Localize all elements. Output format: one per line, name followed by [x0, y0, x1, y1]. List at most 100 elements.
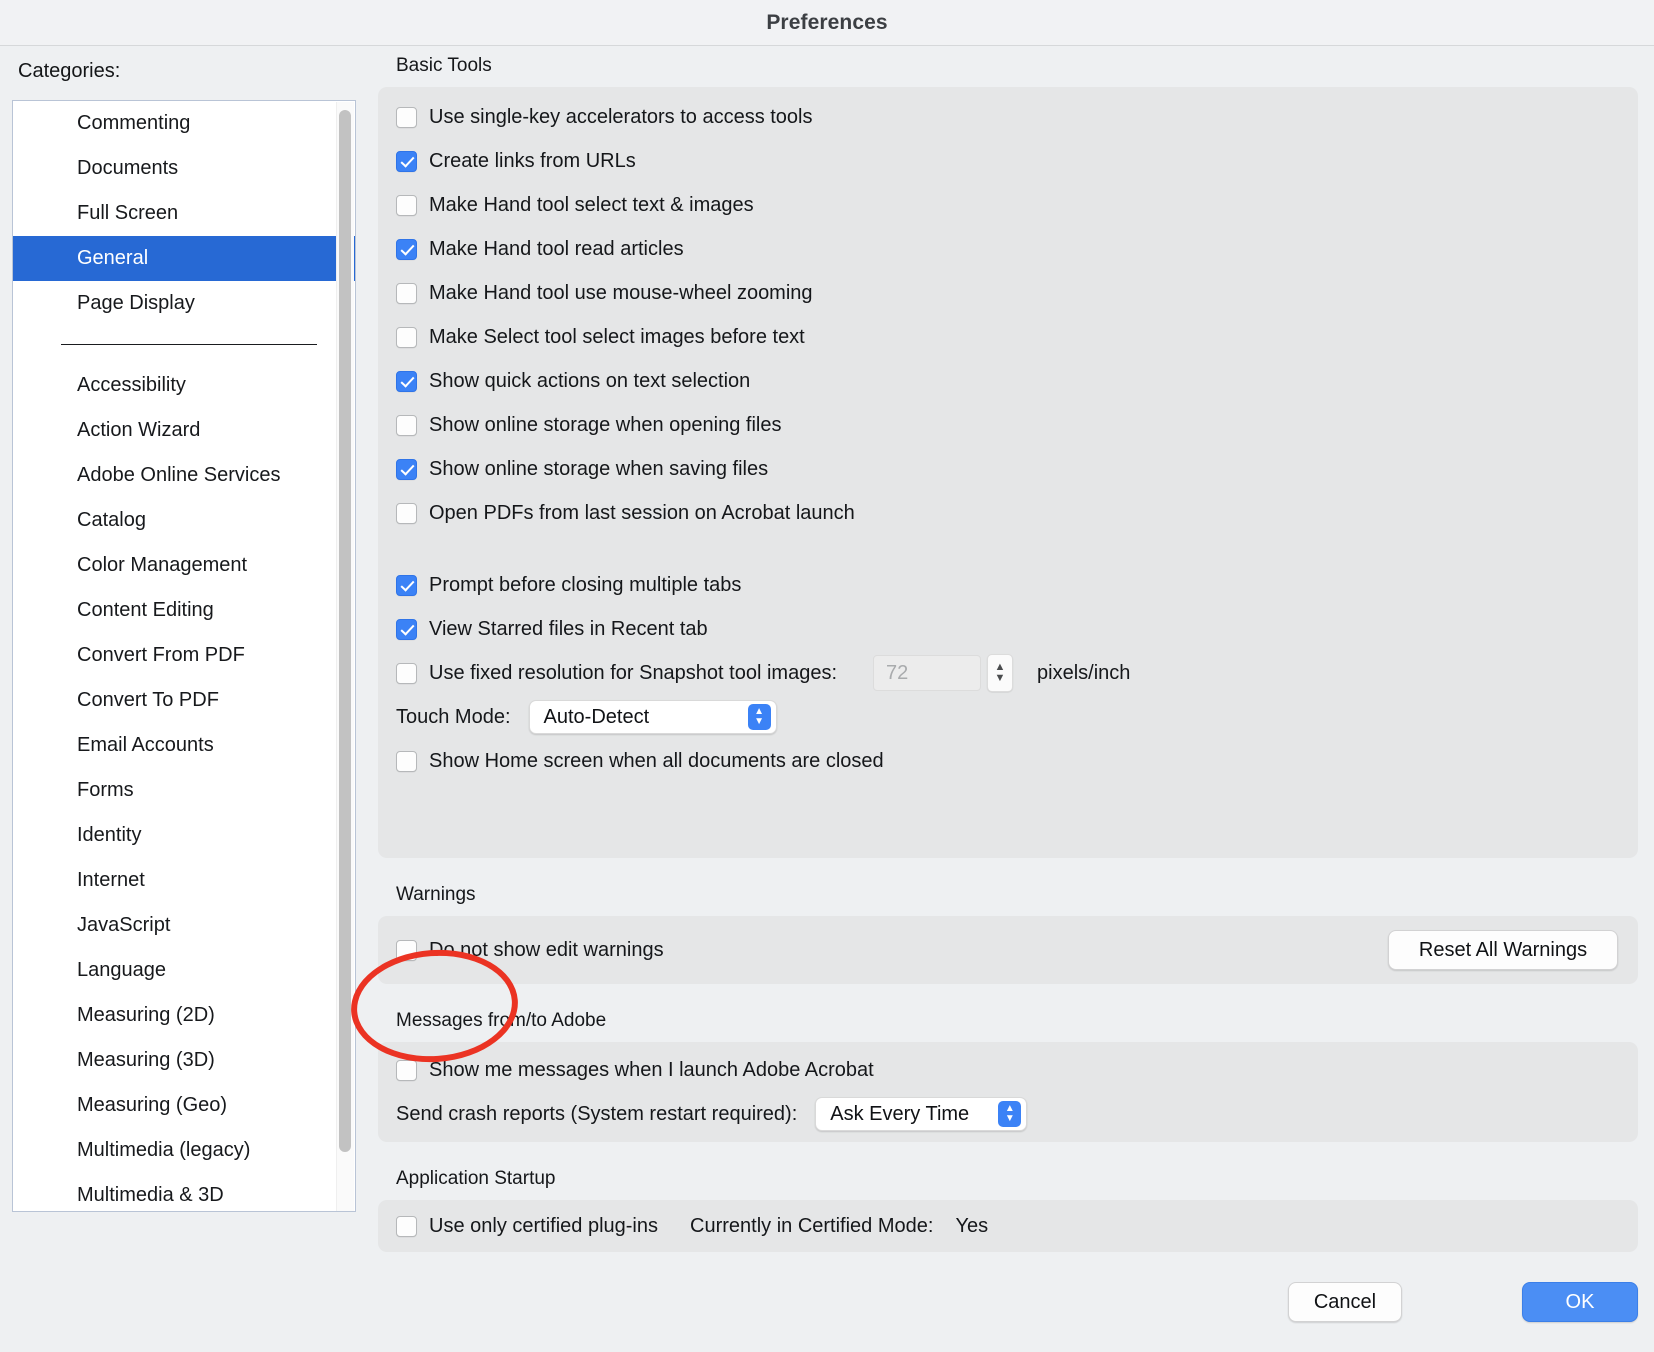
certified-plugins-row: Use only certified plug-ins Currently in…: [378, 1215, 988, 1238]
checkbox-row: Make Hand tool use mouse-wheel zooming: [378, 271, 1638, 315]
fixed-resolution-row: Use fixed resolution for Snapshot tool i…: [378, 651, 1638, 695]
application-startup-heading: Application Startup: [396, 1168, 1638, 1190]
sidebar-item[interactable]: General: [13, 236, 356, 281]
crash-reports-value: Ask Every Time: [830, 1103, 969, 1126]
resolution-unit-label: pixels/inch: [1037, 662, 1130, 685]
sidebar-scrollbar-thumb[interactable]: [339, 110, 351, 1152]
option-label: Make Select tool select images before te…: [429, 326, 805, 349]
sidebar-item[interactable]: Measuring (3D): [13, 1038, 356, 1083]
ok-button[interactable]: OK: [1522, 1282, 1638, 1322]
sidebar-item[interactable]: Page Display: [13, 281, 356, 326]
messages-group: Show me messages when I launch Adobe Acr…: [378, 1042, 1638, 1142]
show-messages-checkbox[interactable]: [396, 1060, 417, 1081]
checkbox-row: Open PDFs from last session on Acrobat l…: [378, 491, 1638, 535]
sidebar-item[interactable]: Color Management: [13, 543, 356, 588]
sidebar-item[interactable]: Measuring (2D): [13, 993, 356, 1038]
touch-mode-value: Auto-Detect: [544, 706, 650, 729]
sidebar-item[interactable]: Email Accounts: [13, 723, 356, 768]
option-label: Make Hand tool read articles: [429, 238, 684, 261]
show-messages-row: Show me messages when I launch Adobe Acr…: [378, 1048, 1638, 1092]
cancel-button[interactable]: Cancel: [1288, 1282, 1402, 1322]
sidebar-item[interactable]: Forms: [13, 768, 356, 813]
option-checkbox[interactable]: [396, 619, 417, 640]
sidebar-item[interactable]: Multimedia & 3D: [13, 1173, 356, 1212]
warnings-group: Do not show edit warnings Reset All Warn…: [378, 916, 1638, 984]
sidebar-item[interactable]: Identity: [13, 813, 356, 858]
edit-warnings-label: Do not show edit warnings: [429, 939, 664, 962]
categories-label: Categories:: [18, 60, 120, 83]
crash-reports-select[interactable]: Ask Every Time ▲▼: [815, 1097, 1027, 1131]
preferences-dialog: Preferences Categories: CommentingDocume…: [0, 0, 1654, 1352]
checkbox-row: Show online storage when saving files: [378, 447, 1638, 491]
option-checkbox[interactable]: [396, 371, 417, 392]
checkbox-row: Show online storage when opening files: [378, 403, 1638, 447]
sidebar-item[interactable]: Language: [13, 948, 356, 993]
application-startup-group: Use only certified plug-ins Currently in…: [378, 1200, 1638, 1252]
option-checkbox[interactable]: [396, 107, 417, 128]
basic-tools-group: Use single-key accelerators to access to…: [378, 87, 1638, 858]
sidebar-item[interactable]: Convert From PDF: [13, 633, 356, 678]
edit-warnings-checkbox[interactable]: [396, 940, 417, 961]
certified-plugins-checkbox[interactable]: [396, 1216, 417, 1237]
sidebar-item[interactable]: Content Editing: [13, 588, 356, 633]
checkbox-row: Create links from URLs: [378, 139, 1638, 183]
warnings-heading: Warnings: [396, 884, 1638, 906]
sidebar-item[interactable]: Full Screen: [13, 191, 356, 236]
categories-list[interactable]: CommentingDocumentsFull ScreenGeneralPag…: [12, 100, 356, 1212]
touch-mode-select[interactable]: Auto-Detect ▲▼: [529, 700, 777, 734]
resolution-stepper[interactable]: ▲ ▼: [987, 654, 1013, 692]
option-checkbox[interactable]: [396, 239, 417, 260]
home-screen-label: Show Home screen when all documents are …: [429, 750, 884, 773]
option-label: Show online storage when saving files: [429, 458, 768, 481]
checkbox-row: Make Hand tool select text & images: [378, 183, 1638, 227]
option-label: Make Hand tool select text & images: [429, 194, 754, 217]
touch-mode-label: Touch Mode:: [396, 706, 511, 729]
option-label: Show online storage when opening files: [429, 414, 781, 437]
home-screen-row: Show Home screen when all documents are …: [378, 739, 1638, 783]
sidebar-item[interactable]: Action Wizard: [13, 408, 356, 453]
option-checkbox[interactable]: [396, 459, 417, 480]
sidebar-item[interactable]: Documents: [13, 146, 356, 191]
sidebar-item[interactable]: Convert To PDF: [13, 678, 356, 723]
certified-mode-label: Currently in Certified Mode:: [690, 1215, 933, 1238]
option-label: Show quick actions on text selection: [429, 370, 750, 393]
option-checkbox[interactable]: [396, 575, 417, 596]
chevron-updown-icon[interactable]: ▲▼: [748, 704, 771, 730]
crash-reports-row: Send crash reports (System restart requi…: [378, 1092, 1638, 1136]
option-checkbox[interactable]: [396, 151, 417, 172]
sidebar-item[interactable]: Measuring (Geo): [13, 1083, 356, 1128]
option-checkbox[interactable]: [396, 327, 417, 348]
option-label: Open PDFs from last session on Acrobat l…: [429, 502, 855, 525]
stepper-down-icon[interactable]: ▼: [995, 673, 1006, 684]
reset-all-warnings-button[interactable]: Reset All Warnings: [1388, 930, 1618, 970]
sidebar-item[interactable]: Accessibility: [13, 363, 356, 408]
sidebar-item[interactable]: Internet: [13, 858, 356, 903]
option-checkbox[interactable]: [396, 283, 417, 304]
certified-plugins-label: Use only certified plug-ins: [429, 1215, 658, 1238]
dialog-footer: Cancel OK: [0, 1268, 1654, 1352]
option-checkbox[interactable]: [396, 415, 417, 436]
checkbox-row: Show quick actions on text selection: [378, 359, 1638, 403]
show-messages-label: Show me messages when I launch Adobe Acr…: [429, 1059, 874, 1082]
sidebar-item[interactable]: JavaScript: [13, 903, 356, 948]
messages-heading: Messages from/to Adobe: [396, 1010, 1638, 1032]
crash-reports-label: Send crash reports (System restart requi…: [396, 1103, 797, 1126]
sidebar-item[interactable]: Adobe Online Services: [13, 453, 356, 498]
chevron-updown-icon[interactable]: ▲▼: [998, 1101, 1021, 1127]
checkbox-row: Use single-key accelerators to access to…: [378, 95, 1638, 139]
option-label: Make Hand tool use mouse-wheel zooming: [429, 282, 813, 305]
fixed-resolution-checkbox[interactable]: [396, 663, 417, 684]
resolution-input[interactable]: 72: [873, 655, 981, 691]
option-checkbox[interactable]: [396, 195, 417, 216]
sidebar-item[interactable]: Commenting: [13, 101, 356, 146]
option-checkbox[interactable]: [396, 503, 417, 524]
sidebar-item[interactable]: Catalog: [13, 498, 356, 543]
page-title: Preferences: [766, 11, 887, 35]
edit-warnings-row: Do not show edit warnings: [378, 939, 1388, 962]
title-bar: Preferences: [0, 0, 1654, 46]
sidebar-item[interactable]: Multimedia (legacy): [13, 1128, 356, 1173]
home-screen-checkbox[interactable]: [396, 751, 417, 772]
checkbox-row: View Starred files in Recent tab: [378, 607, 1638, 651]
option-label: Prompt before closing multiple tabs: [429, 574, 741, 597]
sidebar-scrollbar-track[interactable]: [336, 102, 354, 1212]
